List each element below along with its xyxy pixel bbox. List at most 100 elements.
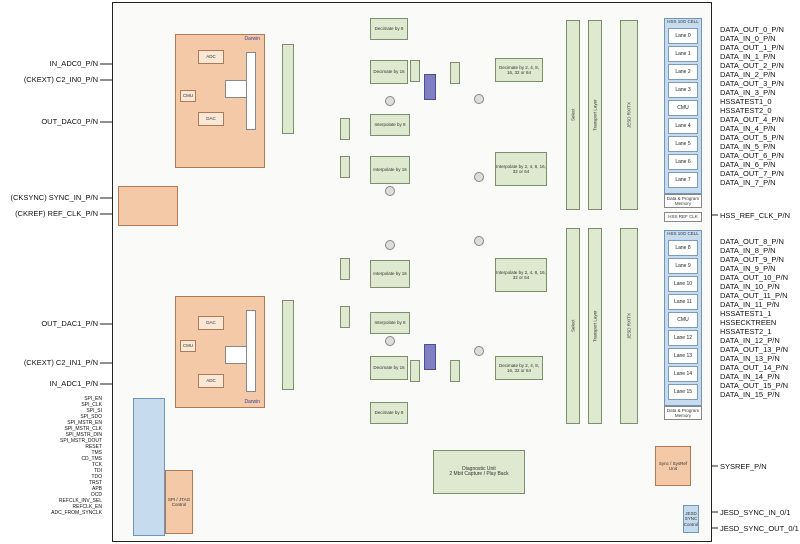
interpolate-16-upper: Interpolate by 16 [370, 156, 410, 184]
spi-jtag-control: SPI / JTAG Control [165, 470, 193, 534]
dac-block: DAC [198, 316, 224, 330]
pin-c2-in0: (CKEXT) C2_IN0_P/N [23, 75, 98, 84]
jesd-sync-control: JESD SYNC Control [683, 505, 699, 533]
lane-1: Lane 1 [668, 46, 698, 62]
interpolate-8-lower: Interpolate by 8 [370, 312, 410, 334]
select-block [410, 360, 420, 382]
pin-jesd-sync-in: JESD_SYNC_IN_0/1 [720, 508, 791, 517]
right-pin: DATA_OUT_7_P/N [720, 169, 784, 178]
right-pin: DATA_OUT_13_P/N [720, 345, 789, 354]
right-pin: DATA_OUT_10_P/N [720, 273, 789, 282]
right-pin: DATA_IN_11_P/N [720, 300, 780, 309]
rate-mux-upper [282, 44, 294, 134]
interpolate-8-upper: Interpolate by 8 [370, 114, 410, 136]
decimate-16-upper: Decimate by 16 [370, 60, 408, 84]
dac-block: DAC [198, 112, 224, 126]
pin-out-dac1: OUT_DAC1_P/N [41, 319, 98, 328]
right-pins-lower: DATA_OUT_8_P/N DATA_IN_8_P/N DATA_OUT_9_… [720, 237, 800, 399]
select-lower: Select [566, 228, 580, 424]
right-pin: DATA_OUT_11_P/N [720, 291, 788, 300]
right-pin: HSSATEST1_0 [720, 97, 772, 106]
cmu-block: CMU [180, 90, 196, 102]
rate-mux-lower [282, 300, 294, 390]
right-pin: DATA_IN_6_P/N [720, 160, 776, 169]
ddr-block [225, 346, 247, 364]
pin-sync-in: (CKSYNC) SYNC_IN_P/N [10, 193, 98, 202]
nco-upper [424, 74, 436, 100]
right-pin: DATA_IN_8_P/N [720, 246, 776, 255]
fine-nco-icon [474, 172, 484, 182]
lane-14: Lane 14 [668, 366, 698, 382]
decimate-8-upper: Decimate by 8 [370, 18, 408, 40]
lane-7: Lane 7 [668, 172, 698, 188]
pin-in-adc0: IN_ADC0_P/N [49, 59, 98, 68]
decimate-multi-upper: Decimate by 2, 4, 8, 16, 32 or 64 [495, 58, 543, 82]
pin-sysref: SYSREF_P/N [720, 462, 767, 471]
fine-nco-icon [474, 346, 484, 356]
sysref-unit: Sync / SysRef Unit [655, 446, 691, 486]
interpolate-multi-upper: Interpolate by 2, 4, 8, 16, 32 or 64 [495, 152, 547, 186]
right-pin: DATA_OUT_14_P/N [720, 363, 789, 372]
pin-hss-ref-clk: HSS_REF_CLK_P/N [720, 211, 791, 220]
pin-in-adc1: IN_ADC1_P/N [49, 379, 98, 388]
right-pin: HSSECKTREEN [720, 318, 777, 327]
select-block [410, 60, 420, 82]
interpolate-16-lower: Interpolate by 16 [370, 260, 410, 288]
nco-lower [424, 344, 436, 370]
cmu-upper: CMU [668, 100, 698, 116]
cmu-lower: CMU [668, 312, 698, 328]
right-pin: DATA_OUT_1_P/N [720, 43, 784, 52]
lane-0: Lane 0 [668, 28, 698, 44]
fine-nco-icon [474, 94, 484, 104]
lane-13: Lane 13 [668, 348, 698, 364]
darwin-label: Darwin [244, 36, 260, 42]
lane-6: Lane 6 [668, 154, 698, 170]
right-pin: DATA_IN_14_P/N [720, 372, 780, 381]
select-block [340, 118, 350, 140]
lane-12: Lane 12 [668, 330, 698, 346]
pin-c2-in1: (CKEXT) C2_IN1_P/N [23, 358, 98, 367]
fine-nco-icon [474, 236, 484, 246]
memory-lower: Data & Program Memory [664, 406, 702, 420]
decimate-8-lower: Decimate by 8 [370, 402, 408, 424]
right-pin: DATA_OUT_0_P/N [720, 25, 784, 34]
ddr-block [225, 80, 247, 98]
right-pin: HSSATEST1_1 [720, 309, 772, 318]
coarse-nco-icon [385, 240, 395, 250]
lane-5: Lane 5 [668, 136, 698, 152]
right-pin: DATA_OUT_2_P/N [720, 61, 784, 70]
decimate-multi-lower: Decimate by 2, 4, 8, 16, 32 or 64 [495, 356, 543, 380]
right-pin: DATA_IN_12_P/N [720, 336, 780, 345]
lane-2: Lane 2 [668, 64, 698, 80]
select-upper: Select [566, 20, 580, 210]
right-pin: DATA_IN_7_P/N [720, 178, 776, 187]
select-block [450, 360, 460, 382]
right-pin: HSSATEST2_0 [720, 106, 772, 115]
transport-layer-upper: Transport Layer [588, 20, 602, 210]
interpolate-multi-lower: Interpolate by 2, 4, 8, 16, 32 or 64 [495, 258, 547, 292]
lane-8: Lane 8 [668, 240, 698, 256]
right-pin: DATA_IN_9_P/N [720, 264, 776, 273]
coarse-nco-icon [385, 186, 395, 196]
lane-15: Lane 15 [668, 384, 698, 400]
right-pins-upper: DATA_OUT_0_P/N DATA_IN_0_P/N DATA_OUT_1_… [720, 25, 800, 187]
spi-interface-block [133, 398, 165, 536]
lane-9: Lane 9 [668, 258, 698, 274]
mux-bar [246, 52, 256, 130]
right-pin: DATA_OUT_8_P/N [720, 237, 784, 246]
right-pin: DATA_IN_1_P/N [720, 52, 776, 61]
right-pin: DATA_IN_13_P/N [720, 354, 780, 363]
adc-block: ADC [198, 50, 224, 64]
right-pin: HSSATEST2_1 [720, 327, 772, 336]
spi-pin: ADC_FROM_SYNCLK [51, 510, 102, 516]
hss-ref-clk-block: HSS REF CLK [664, 212, 702, 222]
right-pin: DATA_OUT_4_P/N [720, 115, 784, 124]
right-pin: DATA_IN_3_P/N [720, 88, 776, 97]
adc-block: ADC [198, 374, 224, 388]
clock-sync-block [118, 186, 178, 226]
select-block [450, 62, 460, 84]
coarse-nco-icon [385, 96, 395, 106]
darwin-label: Darwin [244, 398, 260, 405]
select-block [340, 306, 350, 328]
spi-pin-list: SPI_EN SPI_CLK SPI_SI SPI_SDO SPI_MSTR_E… [2, 396, 102, 516]
